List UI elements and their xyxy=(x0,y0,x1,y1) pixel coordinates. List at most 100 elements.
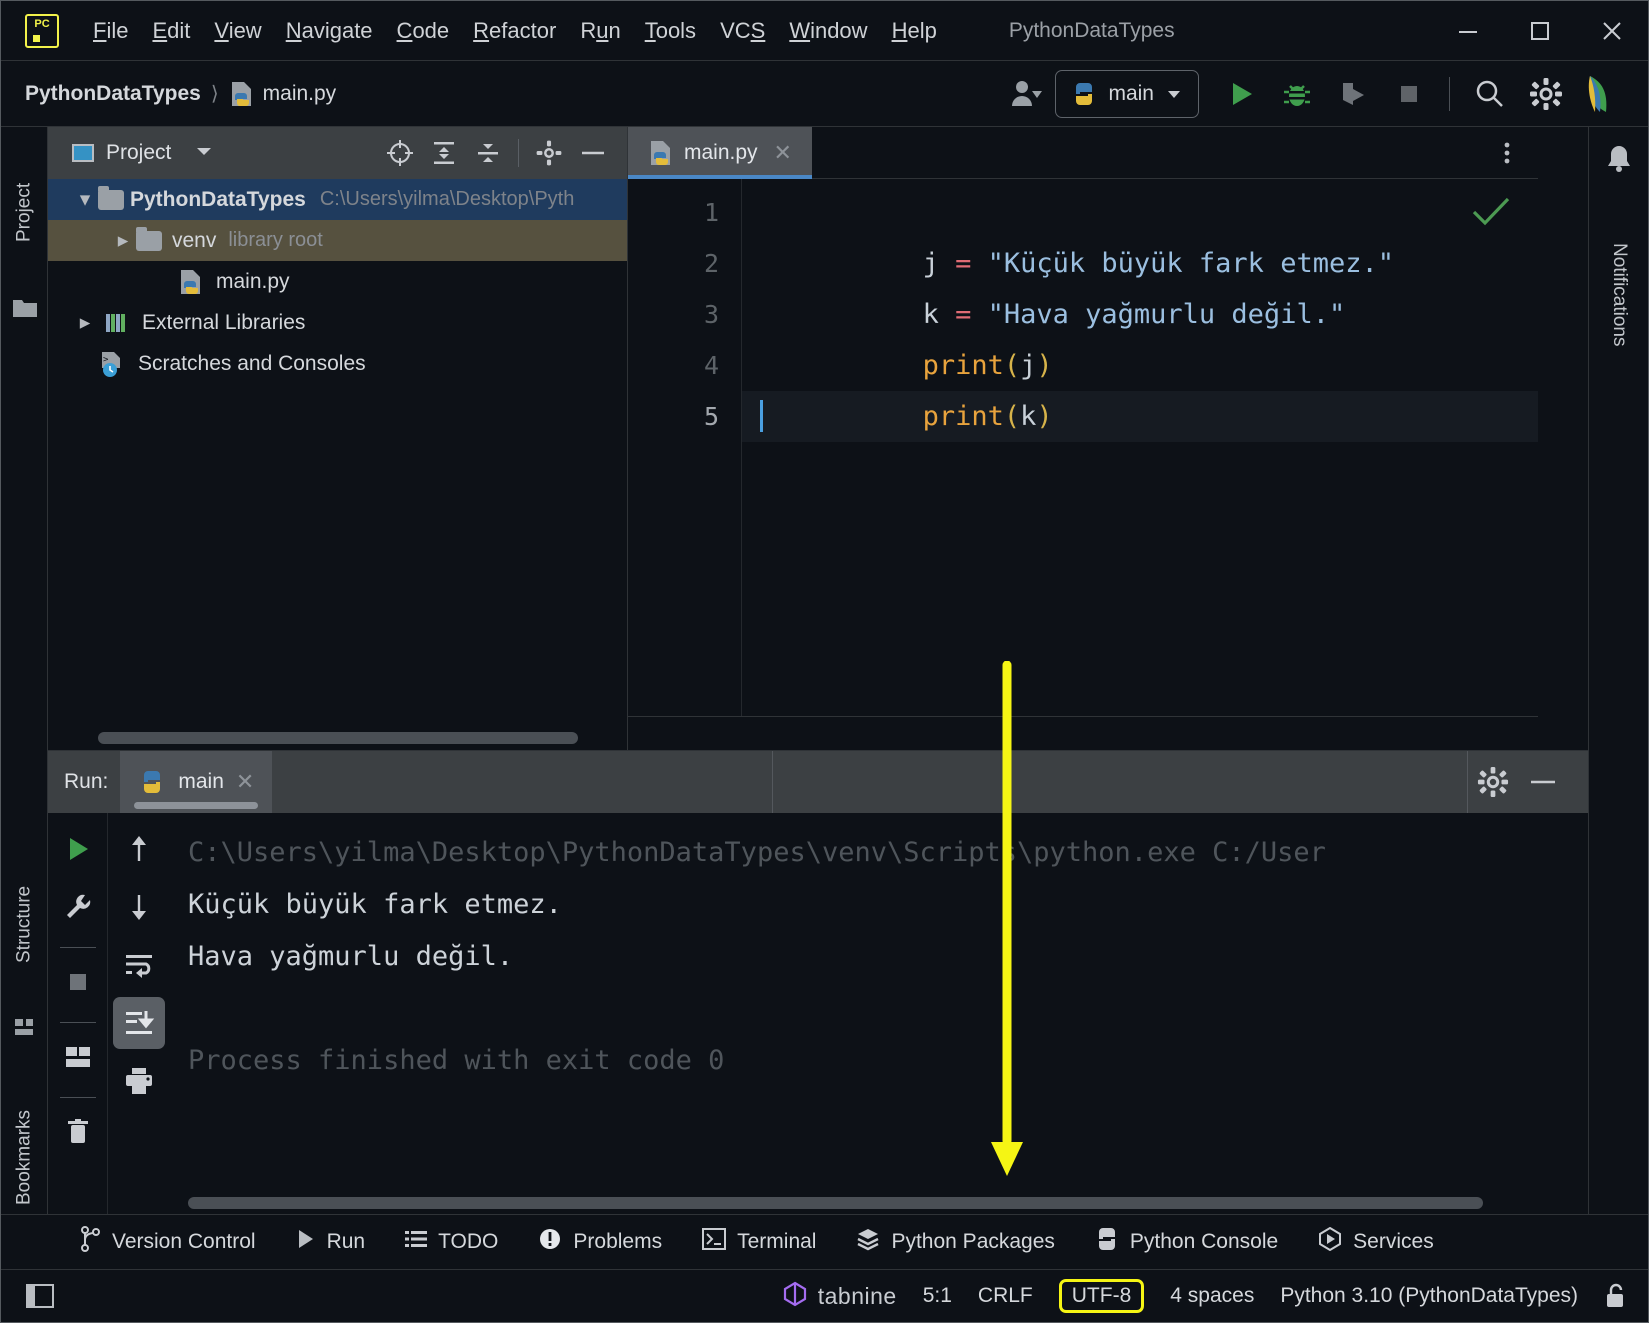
code-editor[interactable]: 1 2 3 4 5 j = "Küçük büyük fark etmez." … xyxy=(628,179,1538,750)
status-tabnine[interactable]: tabnine xyxy=(782,1281,897,1312)
close-tab-icon[interactable]: ✕ xyxy=(774,140,792,166)
status-bar-left xyxy=(1,1282,55,1310)
run-console-output[interactable]: C:\Users\yilma\Desktop\PythonDataTypes\v… xyxy=(170,813,1588,1217)
chevron-down-icon[interactable] xyxy=(193,140,215,167)
close-run-tab-icon[interactable]: ✕ xyxy=(236,769,254,795)
soft-wrap-icon[interactable] xyxy=(113,939,165,991)
tree-row-external-libraries[interactable]: ▸ External Libraries xyxy=(48,302,627,343)
search-icon[interactable] xyxy=(1468,72,1512,116)
stop-icon[interactable] xyxy=(52,956,104,1008)
editor-more-options-icon[interactable] xyxy=(1494,127,1538,178)
menu-edit[interactable]: Edit xyxy=(140,14,202,48)
menu-vcs[interactable]: VCS xyxy=(708,14,777,48)
collapse-all-icon[interactable] xyxy=(466,131,510,175)
console-horizontal-scrollbar[interactable] xyxy=(188,1197,1483,1209)
run-tab-main[interactable]: main ✕ xyxy=(120,751,273,813)
down-arrow-icon[interactable] xyxy=(113,881,165,933)
run-with-coverage-button[interactable] xyxy=(1331,72,1375,116)
print-icon[interactable] xyxy=(113,1055,165,1107)
status-caret-position[interactable]: 5:1 xyxy=(923,1284,952,1308)
breadcrumb-file[interactable]: main.py xyxy=(263,82,337,106)
rail-item-project[interactable]: Project xyxy=(1,137,48,287)
tool-window-todo[interactable]: TODO xyxy=(405,1228,498,1256)
branch-icon xyxy=(79,1226,101,1258)
hide-panel-icon[interactable] xyxy=(1518,757,1568,807)
run-panel-body: C:\Users\yilma\Desktop\PythonDataTypes\v… xyxy=(48,813,1588,1217)
status-bar: tabnine 5:1 CRLF UTF-8 4 spaces Python 3… xyxy=(1,1269,1648,1322)
code-token: k xyxy=(922,299,956,330)
toolbar-divider xyxy=(59,1022,96,1023)
status-line-separator[interactable]: CRLF xyxy=(978,1284,1033,1308)
close-icon[interactable] xyxy=(1576,2,1648,60)
tree-row-venv[interactable]: ▸ venv library root xyxy=(48,220,627,261)
line-number: 4 xyxy=(703,351,719,380)
layout-icon[interactable] xyxy=(52,1031,104,1083)
settings-icon[interactable] xyxy=(1468,757,1518,807)
debug-button[interactable] xyxy=(1275,72,1319,116)
right-tool-rail: Notifications xyxy=(1588,127,1648,1214)
run-configuration-selector[interactable]: main xyxy=(1055,69,1199,118)
menu-window[interactable]: Window xyxy=(777,14,879,48)
menu-refactor[interactable]: Refactor xyxy=(461,14,568,48)
menu-view[interactable]: View xyxy=(202,14,273,48)
tool-window-run[interactable]: Run xyxy=(296,1228,365,1256)
chevron-down-icon[interactable]: ▾ xyxy=(72,187,98,212)
status-indent[interactable]: 4 spaces xyxy=(1170,1284,1254,1308)
minimize-icon[interactable] xyxy=(1432,2,1504,60)
rail-item-notifications[interactable]: Notifications xyxy=(1595,185,1643,405)
hide-panel-icon[interactable] xyxy=(571,131,615,175)
settings-icon[interactable] xyxy=(527,131,571,175)
unlocked-icon[interactable] xyxy=(1604,1283,1626,1309)
layout-toggle-icon[interactable] xyxy=(25,1282,55,1310)
menu-navigate[interactable]: Navigate xyxy=(274,14,385,48)
chevron-right-icon[interactable]: ▸ xyxy=(110,228,136,253)
run-toolbar-left xyxy=(48,813,108,1217)
status-encoding[interactable]: UTF-8 xyxy=(1058,1279,1145,1313)
tool-window-python-console[interactable]: Python Console xyxy=(1095,1226,1278,1258)
run-header-filler xyxy=(272,751,1588,813)
bell-icon xyxy=(1603,143,1635,180)
tree-row-scratches[interactable]: > Scratches and Consoles xyxy=(48,343,627,384)
locate-icon[interactable] xyxy=(378,131,422,175)
toolbar-divider xyxy=(518,139,519,167)
user-avatar-icon[interactable] xyxy=(1005,72,1049,116)
project-horizontal-scrollbar[interactable] xyxy=(98,732,578,744)
inspection-status-ok-icon[interactable] xyxy=(1470,195,1512,234)
ide-help-icon[interactable] xyxy=(1580,72,1624,116)
menu-code[interactable]: Code xyxy=(385,14,462,48)
settings-icon[interactable] xyxy=(1524,72,1568,116)
menu-file[interactable]: File xyxy=(81,14,140,48)
menu-tools[interactable]: Tools xyxy=(633,14,708,48)
up-arrow-icon[interactable] xyxy=(113,823,165,875)
project-icon xyxy=(72,144,94,162)
expand-all-icon[interactable] xyxy=(422,131,466,175)
tool-window-services[interactable]: Services xyxy=(1318,1226,1434,1257)
folder-icon xyxy=(98,185,124,210)
run-button[interactable] xyxy=(1219,72,1263,116)
breadcrumb-project[interactable]: PythonDataTypes xyxy=(25,82,201,106)
scroll-to-end-icon[interactable] xyxy=(113,997,165,1049)
trash-icon[interactable] xyxy=(52,1106,104,1158)
tree-label-mainpy: main.py xyxy=(216,269,290,293)
menu-help[interactable]: Help xyxy=(880,14,949,48)
rerun-icon[interactable] xyxy=(52,823,104,875)
wrench-icon[interactable] xyxy=(52,881,104,933)
tool-window-python-packages[interactable]: Python Packages xyxy=(856,1227,1055,1257)
chevron-right-icon[interactable]: ▸ xyxy=(72,310,98,335)
libraries-icon xyxy=(104,311,130,335)
tool-window-terminal[interactable]: Terminal xyxy=(702,1228,816,1256)
code-line-1[interactable]: j = "Küçük büyük fark etmez." xyxy=(742,187,1538,279)
editor-tab-mainpy[interactable]: main.py ✕ xyxy=(628,127,812,179)
code-lines[interactable]: j = "Küçük büyük fark etmez." k = "Hava … xyxy=(742,179,1538,750)
tool-window-problems[interactable]: Problems xyxy=(538,1227,662,1257)
menu-run[interactable]: Run xyxy=(568,14,632,48)
maximize-icon[interactable] xyxy=(1504,2,1576,60)
tool-window-version-control[interactable]: Version Control xyxy=(79,1226,256,1258)
tool-window-label: Python Console xyxy=(1129,1230,1279,1253)
status-interpreter[interactable]: Python 3.10 (PythonDataTypes) xyxy=(1280,1284,1578,1308)
rail-item-structure[interactable]: Structure xyxy=(1,839,48,1009)
python-file-icon xyxy=(648,139,674,167)
stop-button[interactable] xyxy=(1387,72,1431,116)
tree-row-project-root[interactable]: ▾ PythonDataTypes C:\Users\yilma\Desktop… xyxy=(48,179,627,220)
tree-row-mainpy[interactable]: main.py xyxy=(48,261,627,302)
